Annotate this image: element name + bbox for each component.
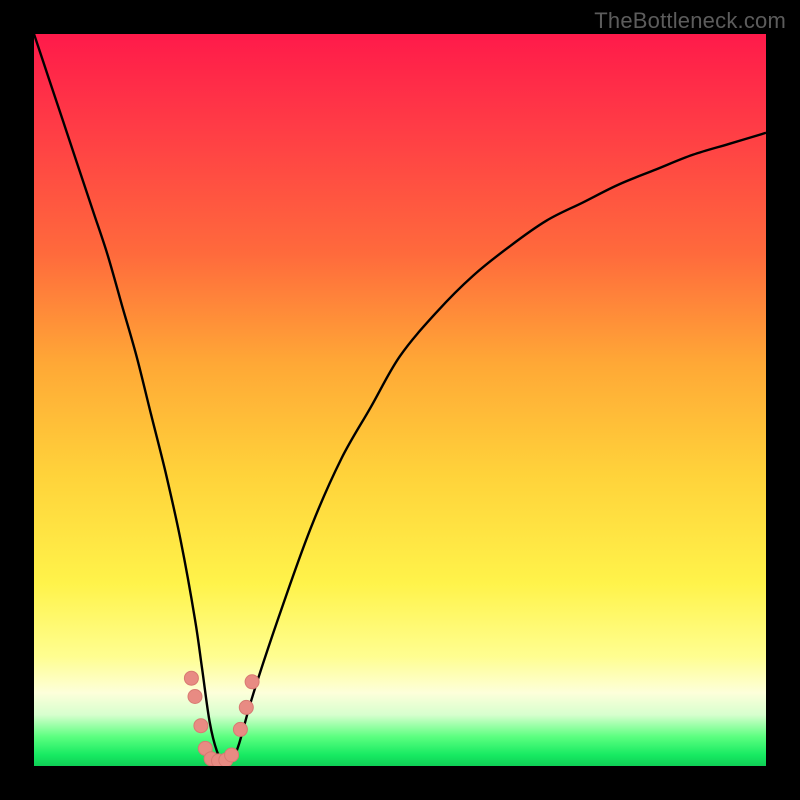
bottleneck-curve-path (34, 34, 766, 763)
curve-marker (194, 719, 208, 733)
markers-group (184, 671, 259, 766)
watermark-label: TheBottleneck.com (594, 8, 786, 34)
curve-group (34, 34, 766, 763)
curve-marker (184, 671, 198, 685)
chart-plot-area (34, 34, 766, 766)
curve-marker (233, 722, 247, 736)
curve-marker (239, 700, 253, 714)
curve-marker (245, 675, 259, 689)
curve-marker (188, 690, 202, 704)
curve-marker (225, 748, 239, 762)
bottleneck-curve-svg (34, 34, 766, 766)
chart-frame: TheBottleneck.com (0, 0, 800, 800)
